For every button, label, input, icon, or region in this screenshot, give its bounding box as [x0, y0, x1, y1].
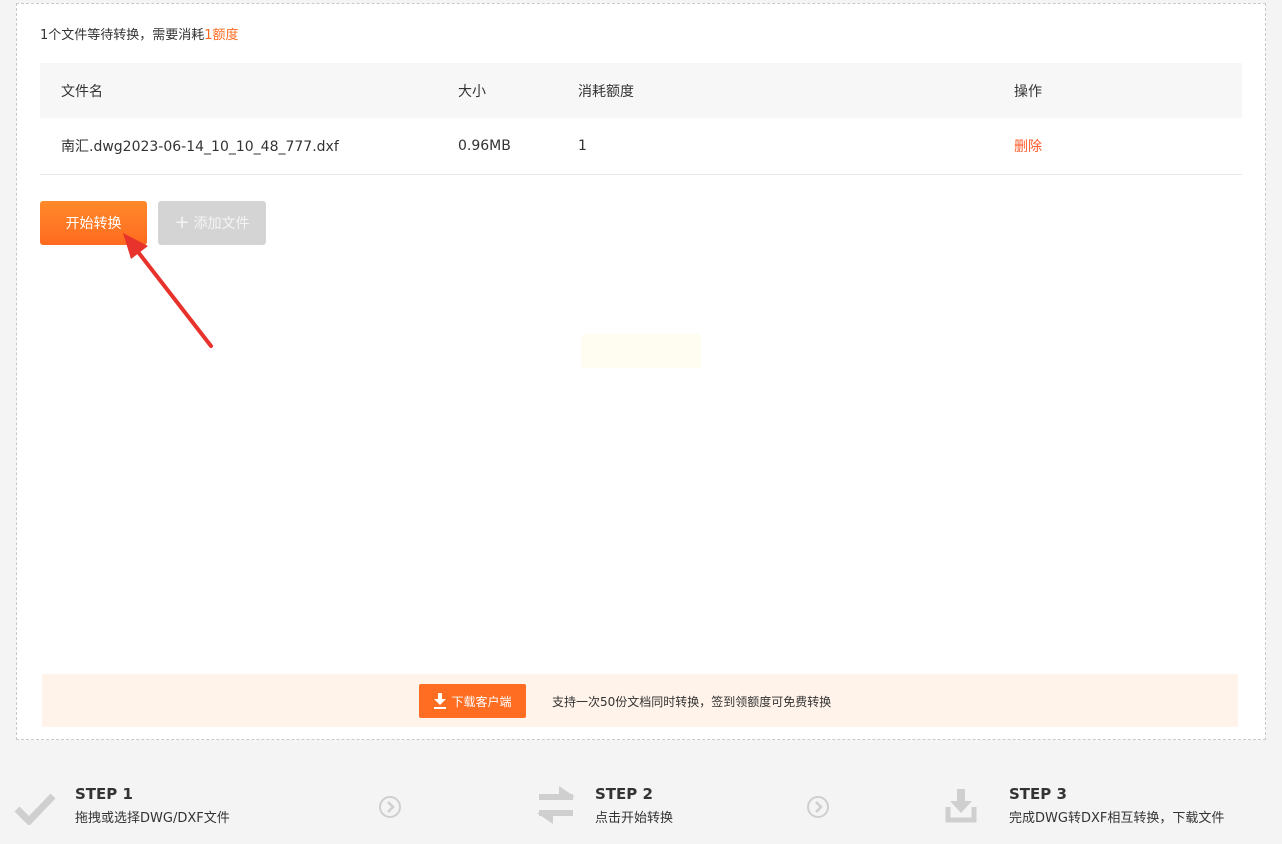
- delete-link[interactable]: 删除: [1014, 136, 1042, 156]
- faint-placeholder: [581, 334, 701, 368]
- download-client-label: 下载客户端: [451, 694, 512, 709]
- download-client-button[interactable]: 下载客户端: [419, 684, 526, 718]
- chevron-right-circle-icon: [807, 796, 829, 818]
- file-credits: 1: [578, 138, 587, 154]
- table-header: 文件名 大小 消耗额度 操作: [40, 63, 1242, 118]
- upload-panel: 1个文件等待转换，需要消耗1额度 文件名 大小 消耗额度 操作 南汇.dwg20…: [16, 3, 1266, 740]
- step-1-title: STEP 1: [75, 785, 133, 803]
- swap-arrows-icon: [537, 786, 575, 824]
- client-download-banner: 下载客户端 支持一次50份文档同时转换，签到领额度可免费转换: [42, 674, 1238, 727]
- header-filename: 文件名: [61, 83, 103, 100]
- start-conversion-label: 开始转换: [65, 216, 122, 232]
- header-action: 操作: [1014, 83, 1042, 100]
- add-file-button[interactable]: + 添加文件: [158, 201, 266, 245]
- step-2-desc: 点击开始转换: [595, 811, 674, 826]
- step-1-desc: 拖拽或选择DWG/DXF文件: [75, 811, 230, 826]
- step-3-desc: 完成DWG转DXF相互转换，下载文件: [1009, 811, 1225, 826]
- step-2-title: STEP 2: [595, 785, 653, 803]
- info-credit-highlight: 1额度: [204, 28, 239, 43]
- download-tray-icon: [945, 789, 977, 823]
- file-size: 0.96MB: [458, 138, 511, 154]
- checkmark-icon: [14, 793, 56, 825]
- download-icon: [434, 693, 447, 709]
- file-table: 文件名 大小 消耗额度 操作 南汇.dwg2023-06-14_10_10_48…: [40, 63, 1242, 175]
- header-credits: 消耗额度: [578, 83, 634, 100]
- chevron-right-circle-icon: [379, 796, 401, 818]
- table-row: 南汇.dwg2023-06-14_10_10_48_777.dxf 0.96MB…: [40, 118, 1242, 175]
- step-3-title: STEP 3: [1009, 785, 1067, 803]
- add-file-label: 添加文件: [193, 216, 250, 232]
- file-name: 南汇.dwg2023-06-14_10_10_48_777.dxf: [61, 139, 339, 155]
- start-conversion-button[interactable]: 开始转换: [40, 201, 147, 245]
- header-size: 大小: [458, 83, 486, 100]
- banner-text: 支持一次50份文档同时转换，签到领额度可免费转换: [552, 695, 832, 709]
- info-text: 1个文件等待转换，需要消耗: [40, 28, 205, 43]
- conversion-info: 1个文件等待转换，需要消耗1额度: [40, 24, 239, 43]
- plus-icon: +: [174, 212, 190, 233]
